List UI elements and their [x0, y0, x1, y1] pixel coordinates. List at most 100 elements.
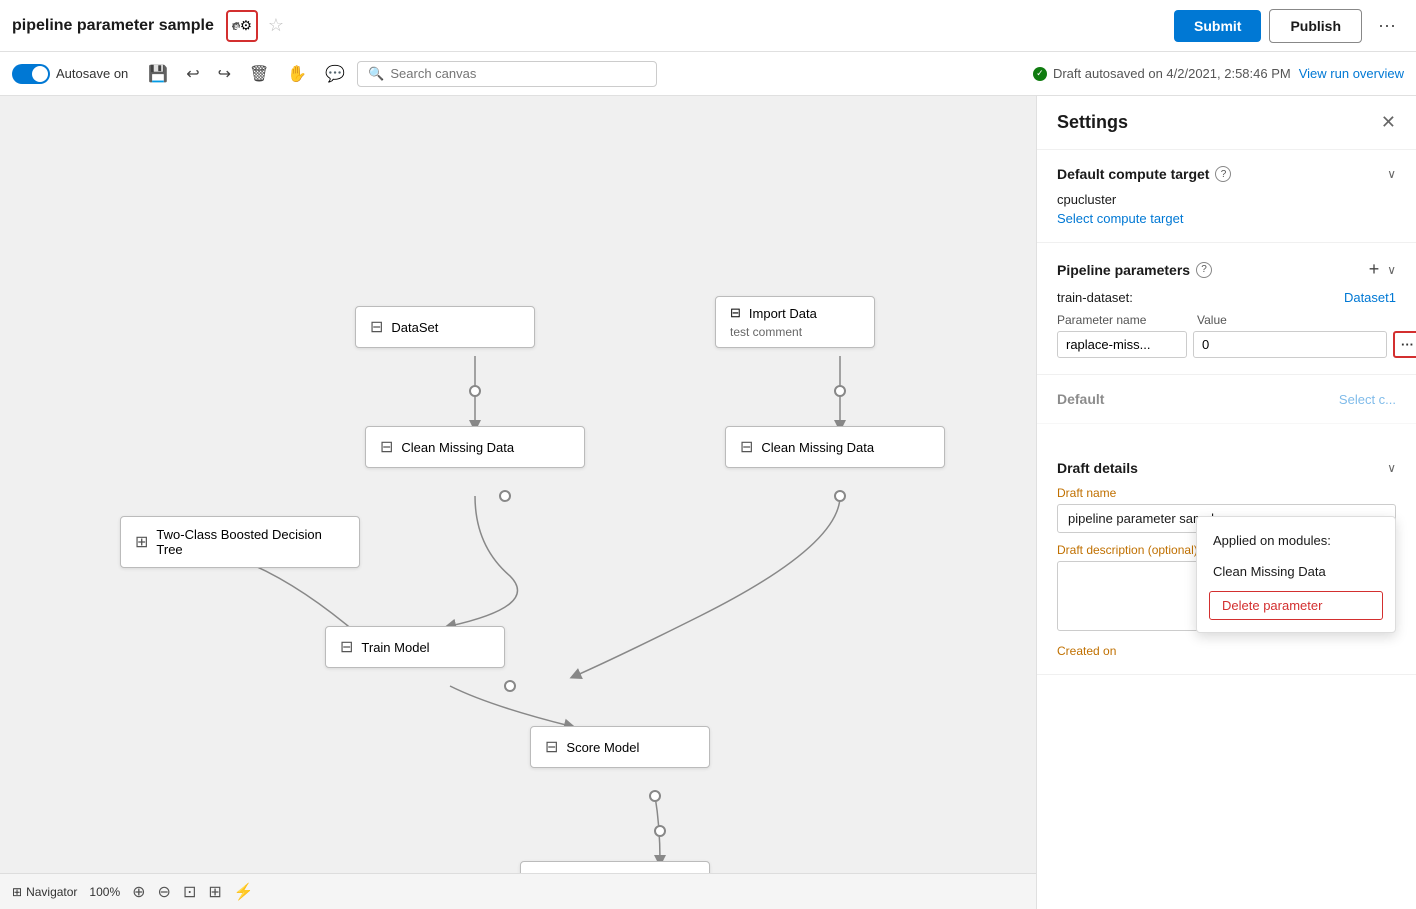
pipeline-params-title: Pipeline parameters	[1057, 262, 1190, 278]
pipeline-title: pipeline parameter sample	[12, 17, 214, 35]
train-model-node[interactable]: ⊟ Train Model	[325, 626, 505, 668]
param-value-input[interactable]	[1193, 331, 1387, 358]
compute-section-content: cpucluster Select compute target	[1057, 192, 1396, 226]
clean2-icon: ⊟	[740, 437, 753, 457]
pipeline-params-chevron: ∨	[1387, 263, 1396, 277]
default-compute-2-header[interactable]: Default Select c...	[1057, 391, 1396, 407]
param-more-button[interactable]: ···	[1393, 331, 1416, 358]
navigator-icon: ⊞	[12, 885, 22, 899]
zoom-out-button[interactable]: ⊖	[158, 882, 171, 902]
compute-section-header[interactable]: Default compute target ? ∨	[1057, 166, 1396, 182]
clean1-icon: ⊟	[380, 437, 393, 457]
settings-panel: Settings ✕ Default compute target ? ∨ cp…	[1036, 96, 1416, 909]
draft-chevron: ∨	[1387, 461, 1396, 475]
dataset-label: DataSet	[391, 320, 438, 335]
score-model-node[interactable]: ⊟ Score Model	[530, 726, 710, 768]
autosave-label: Autosave on	[56, 66, 128, 81]
main-area: ⊟ DataSet ⊟ Import Data test comment ⊟ C…	[0, 96, 1416, 909]
save-button[interactable]: 💾	[142, 60, 174, 88]
toolbar-right: ✓ Draft autosaved on 4/2/2021, 2:58:46 P…	[1033, 66, 1404, 81]
lightning-button[interactable]: ⚡	[234, 882, 254, 902]
created-on-label: Created on	[1057, 644, 1396, 658]
draft-section-title: Draft details	[1057, 460, 1138, 476]
param-value-label: Value	[1197, 313, 1227, 327]
settings-close-button[interactable]: ✕	[1381, 112, 1396, 133]
autosave-status: ✓ Draft autosaved on 4/2/2021, 2:58:46 P…	[1033, 66, 1291, 81]
top-bar: pipeline parameter sample ⚙ ☆ Submit Pub…	[0, 0, 1416, 52]
score-icon: ⊟	[545, 737, 558, 757]
score-label: Score Model	[566, 740, 639, 755]
dataset-icon: ⊟	[370, 317, 383, 337]
two-class-node[interactable]: ⊞ Two-Class Boosted Decision Tree	[120, 516, 360, 568]
draft-section-header[interactable]: Draft details ∨	[1057, 460, 1396, 476]
delete-parameter-button[interactable]: Delete parameter	[1209, 591, 1383, 620]
import-data-comment: test comment	[730, 325, 860, 339]
draft-name-label: Draft name	[1057, 486, 1396, 500]
pipeline-params-help-icon[interactable]: ?	[1196, 262, 1212, 278]
settings-title: Settings	[1057, 112, 1128, 133]
dataset-node[interactable]: ⊟ DataSet	[355, 306, 535, 348]
train-dataset-val[interactable]: Dataset1	[1344, 290, 1396, 305]
view-run-link[interactable]: View run overview	[1299, 66, 1404, 81]
pipeline-params-content: train-dataset: Dataset1 Parameter name V…	[1057, 290, 1396, 358]
clean1-label: Clean Missing Data	[401, 440, 514, 455]
search-box[interactable]: 🔍	[357, 61, 657, 87]
compute-chevron: ∨	[1387, 167, 1396, 181]
param-labels: Parameter name Value	[1057, 313, 1396, 327]
grid-button[interactable]: ⊞	[208, 882, 221, 902]
default-compute-2-title: Default	[1057, 391, 1104, 407]
module-name-item[interactable]: Clean Missing Data	[1197, 556, 1395, 587]
delete-button[interactable]: 🗑	[243, 60, 275, 88]
compute-section-title: Default compute target	[1057, 166, 1209, 182]
more-options-button[interactable]: ···	[1370, 11, 1404, 40]
pipeline-params-section: Pipeline parameters ? + ∨ train-dataset:…	[1037, 243, 1416, 375]
search-input[interactable]	[390, 66, 646, 81]
two-class-icon: ⊞	[135, 532, 148, 552]
undo-button[interactable]: ↩	[180, 60, 205, 88]
autosave-switch[interactable]	[12, 64, 50, 84]
add-param-button[interactable]: +	[1367, 259, 1382, 280]
select-compute-2-link[interactable]: Select c...	[1339, 392, 1396, 407]
param-dropdown-popup: Applied on modules: Clean Missing Data D…	[1196, 516, 1396, 633]
import-data-icon: ⊟	[730, 305, 741, 321]
zoom-level[interactable]: 100%	[89, 885, 120, 899]
select-compute-link[interactable]: Select compute target	[1057, 211, 1183, 226]
status-text: Draft autosaved on 4/2/2021, 2:58:46 PM	[1053, 66, 1291, 81]
settings-gear-button[interactable]: ⚙	[226, 10, 258, 42]
navigator-button[interactable]: ⊞ Navigator	[12, 885, 77, 899]
favorite-button[interactable]: ☆	[268, 15, 284, 36]
autosave-toggle[interactable]: Autosave on	[12, 64, 128, 84]
two-class-label: Two-Class Boosted Decision Tree	[156, 527, 345, 557]
fit-view-button[interactable]: ⊡	[183, 882, 196, 902]
clean2-label: Clean Missing Data	[761, 440, 874, 455]
default-compute-2-section: Default Select c...	[1037, 375, 1416, 424]
canvas-connections	[0, 96, 1036, 909]
comment-button[interactable]: 💬	[319, 60, 351, 88]
search-icon: 🔍	[368, 66, 384, 82]
canvas[interactable]: ⊟ DataSet ⊟ Import Data test comment ⊟ C…	[0, 96, 1036, 909]
pan-button[interactable]: ✋	[281, 60, 313, 88]
param-name-label: Parameter name	[1057, 313, 1197, 327]
clean-missing-data-2-node[interactable]: ⊟ Clean Missing Data	[725, 426, 945, 468]
navigator-label: Navigator	[26, 885, 77, 899]
settings-header: Settings ✕	[1037, 96, 1416, 150]
train-label: Train Model	[361, 640, 429, 655]
applied-on-label: Applied on modules:	[1197, 525, 1395, 556]
status-dot: ✓	[1033, 67, 1047, 81]
clean-missing-data-1-node[interactable]: ⊟ Clean Missing Data	[365, 426, 585, 468]
import-data-node[interactable]: ⊟ Import Data test comment	[715, 296, 875, 348]
train-icon: ⊟	[340, 637, 353, 657]
submit-button[interactable]: Submit	[1174, 10, 1261, 42]
param-fields: Parameter name Value ···	[1057, 313, 1396, 358]
zoom-in-button[interactable]: ⊕	[132, 882, 145, 902]
publish-button[interactable]: Publish	[1269, 9, 1362, 43]
pipeline-params-header[interactable]: Pipeline parameters ? + ∨	[1057, 259, 1396, 280]
param-name-input[interactable]	[1057, 331, 1187, 358]
bottom-bar: ⊞ Navigator 100% ⊕ ⊖ ⊡ ⊞ ⚡	[0, 873, 1036, 909]
train-dataset-row: train-dataset: Dataset1	[1057, 290, 1396, 305]
compute-help-icon[interactable]: ?	[1215, 166, 1231, 182]
param-inputs: ···	[1057, 331, 1396, 358]
redo-button[interactable]: ↪	[212, 60, 237, 88]
compute-value: cpucluster	[1057, 192, 1396, 207]
toolbar: Autosave on 💾 ↩ ↪ 🗑 ✋ 💬 🔍 ✓ Draft autosa…	[0, 52, 1416, 96]
